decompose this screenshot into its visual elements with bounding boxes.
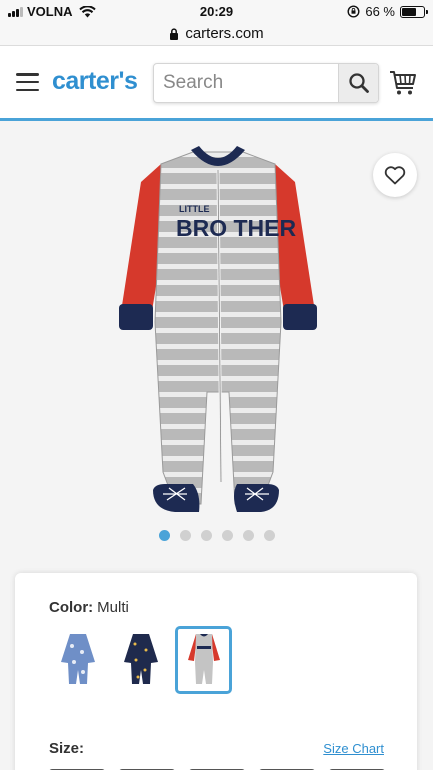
color-row: Color: Multi [49, 599, 129, 616]
carousel-dot[interactable] [179, 530, 191, 541]
product-image-area: LITTLE BRO THER [0, 124, 433, 564]
size-chart-link[interactable]: Size Chart [323, 741, 384, 756]
carousel-dot[interactable] [200, 530, 212, 541]
size-label: Size: [49, 740, 85, 757]
favorite-button[interactable] [373, 153, 417, 197]
orientation-lock-icon [347, 5, 360, 18]
search-input[interactable] [154, 64, 338, 102]
battery-icon [400, 5, 428, 18]
status-right: 66 % [347, 4, 428, 19]
carousel-dot[interactable] [242, 530, 254, 541]
product-image[interactable]: LITTLE BRO THER [113, 142, 323, 522]
cart-icon[interactable] [389, 70, 417, 96]
swatch-blue-print[interactable] [49, 626, 106, 694]
heart-icon [384, 166, 406, 185]
search-button[interactable] [338, 64, 378, 102]
site-header: carter's [0, 46, 433, 121]
swatch-navy-print-image [123, 634, 158, 684]
search-icon [348, 73, 369, 93]
carousel-dot[interactable] [263, 530, 275, 541]
swatch-blue-print-image [60, 634, 95, 684]
color-swatches [49, 626, 232, 694]
swatch-navy-print[interactable] [112, 626, 169, 694]
carousel-dot[interactable] [158, 530, 170, 541]
color-value: Multi [97, 599, 129, 616]
color-label: Color: [49, 599, 94, 616]
print-line-1: LITTLE [179, 204, 210, 214]
url-text: carters.com [185, 25, 264, 42]
carousel-dot[interactable] [221, 530, 233, 541]
swatch-multi-image [187, 634, 220, 684]
status-bar: VOLNA 20:29 66 % [0, 0, 433, 22]
swatch-multi[interactable] [175, 626, 232, 694]
carters-logo[interactable]: carter's [52, 67, 138, 96]
url-bar[interactable]: carters.com [0, 22, 433, 46]
lock-icon [170, 27, 179, 40]
product-options-card: Color: Multi Size: Size Chart [15, 573, 417, 770]
battery-percent: 66 % [365, 4, 395, 19]
carousel-dots [0, 530, 433, 541]
menu-icon[interactable] [16, 73, 39, 91]
print-line-2: BRO THER [176, 215, 297, 241]
search-box [153, 63, 379, 103]
